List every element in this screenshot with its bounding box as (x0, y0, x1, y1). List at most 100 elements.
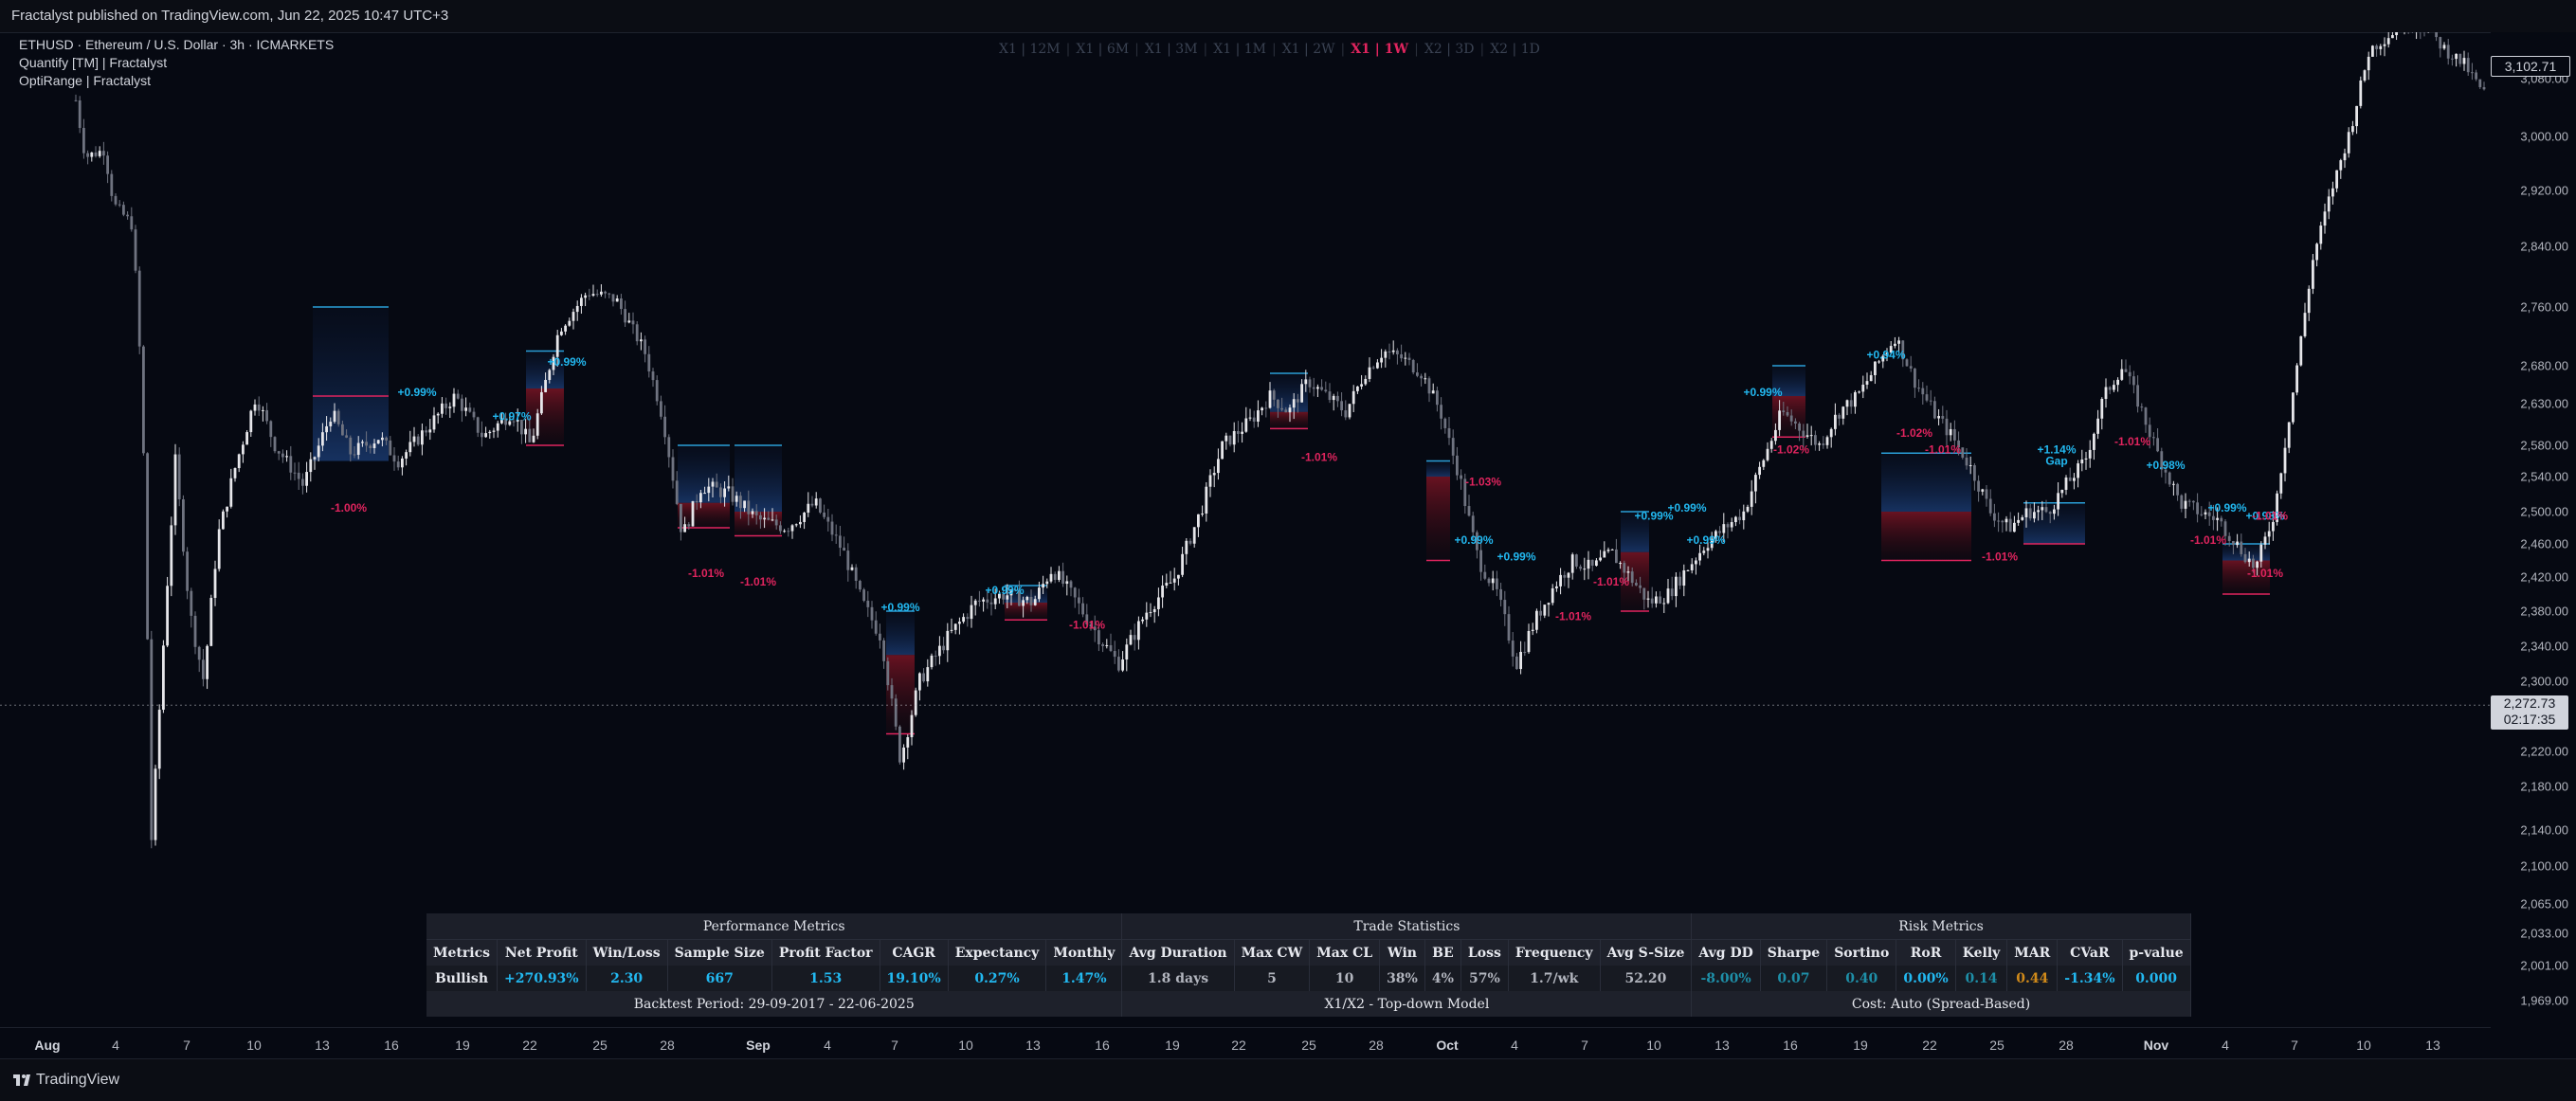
candle-body (1571, 554, 1574, 572)
candle-body (1392, 351, 1395, 352)
metrics-header-cell: MAR (2007, 940, 2058, 966)
candle-body (1595, 560, 1598, 566)
metrics-header-cell: p-value (2122, 940, 2190, 966)
candle-body (1858, 391, 1860, 392)
indicator-optirange[interactable]: OptiRange | Fractalyst (19, 72, 334, 90)
time-axis[interactable]: Aug4710131619222528Sep4710131619222528Oc… (0, 1027, 2491, 1059)
candle-body (1841, 406, 1844, 419)
candle-body (281, 454, 284, 458)
candle-body (843, 548, 845, 550)
candle-body (656, 380, 659, 401)
candle-body (826, 517, 829, 522)
candle-body (1515, 657, 1518, 669)
candle-body (647, 354, 650, 371)
candle-body (1173, 579, 1176, 583)
symbol-title[interactable]: ETHUSD · Ethereum / U.S. Dollar · 3h · I… (19, 36, 334, 54)
candle-body (795, 524, 798, 525)
candle-body (413, 437, 416, 442)
indicator-quantify[interactable]: Quantify [TM] | Fractalyst (19, 54, 334, 72)
candle-body (1460, 476, 1462, 479)
candle-body (397, 461, 400, 467)
candle-body (194, 616, 197, 647)
candle-body (886, 661, 889, 685)
candle-body (755, 511, 758, 514)
timeframe-model-item[interactable]: X1 | 6M (1076, 42, 1129, 57)
candle-body (799, 522, 802, 524)
candle-body (2180, 496, 2183, 509)
time-tick: 4 (1511, 1038, 1518, 1053)
timeframe-model-item[interactable]: X2 | 1D (1490, 42, 1540, 57)
candle-body (321, 432, 324, 445)
candle-body (712, 481, 715, 486)
candle-body (1233, 431, 1236, 444)
candle-body (1981, 489, 1984, 491)
timeframe-model-item[interactable]: X1 | 1M (1213, 42, 1266, 57)
candle-body (214, 569, 217, 598)
candle-body (580, 298, 583, 306)
candle-body (1682, 570, 1685, 586)
candle-body (2100, 399, 2103, 419)
metrics-value-cell: 52.20 (1600, 966, 1692, 991)
price-chart[interactable]: -1.00%+0.99%+0.97%+0.99%-1.01%-1.01%+0.9… (0, 32, 2491, 1027)
candle-body (1642, 588, 1645, 600)
candle-body (1810, 435, 1813, 436)
metrics-header-cell: Avg Duration (1122, 940, 1234, 966)
timeframe-model-item[interactable]: X1 | 3M (1145, 42, 1198, 57)
candle-body (1424, 378, 1426, 379)
time-tick: 7 (891, 1038, 898, 1053)
candle-body (2109, 387, 2112, 389)
candle-body (2319, 226, 2322, 244)
metrics-header-cell: Loss (1460, 940, 1508, 966)
trade-result-label: -1.00% (331, 501, 367, 514)
timeframe-model-item[interactable]: X2 | 3D (1424, 42, 1475, 57)
candle-body (393, 455, 396, 461)
candle-body (2156, 438, 2159, 451)
candle-body (2248, 559, 2251, 563)
metrics-value-cell: 1.53 (771, 966, 880, 991)
candle-body (2009, 519, 2012, 532)
candle-body (138, 271, 141, 347)
candle-body (1145, 613, 1148, 620)
candle-body (1655, 596, 1658, 603)
candle-body (1933, 401, 1936, 418)
price-tick: 1,969.00 (2520, 994, 2568, 1008)
trade-result-label: -1.03% (1465, 475, 1501, 488)
candle-body (1623, 563, 1625, 572)
price-tick: 2,380.00 (2520, 605, 2568, 619)
candle-body (2371, 45, 2374, 57)
timeframe-separator: | (1066, 42, 1071, 57)
metrics-value-cell: Bullish (426, 966, 497, 991)
candle-body (732, 486, 735, 501)
candle-body (1217, 459, 1220, 473)
candle-body (1117, 657, 1120, 671)
candle-body (1412, 360, 1415, 372)
candle-body (752, 511, 754, 514)
trade-result-label: -1.02% (1896, 426, 1932, 440)
candle-body (640, 339, 643, 341)
candle-body (1651, 599, 1654, 604)
candle-body (556, 335, 559, 357)
candle-body (2140, 406, 2143, 407)
candle-body (2025, 508, 2028, 517)
candle-body (1675, 577, 1678, 596)
candle-body (2312, 260, 2314, 288)
time-tick: 16 (384, 1038, 399, 1053)
price-axis[interactable]: 3,080.003,000.002,920.002,840.002,760.00… (2491, 32, 2576, 1058)
candle-body (1754, 475, 1757, 491)
candle-body (1603, 551, 1605, 558)
candle-body (2196, 502, 2199, 514)
candle-body (2053, 510, 2056, 514)
timeframe-model-item[interactable]: X1 | 1W (1351, 42, 1408, 57)
candle-body (1555, 587, 1558, 588)
candle-body (468, 407, 471, 411)
timeframe-model-item[interactable]: X1 | 12M (999, 42, 1061, 57)
price-tick: 2,420.00 (2520, 570, 2568, 585)
metrics-value-row: Bullish+270.93%2.306671.5319.10%0.27%1.4… (426, 966, 2190, 991)
timeframe-model-item[interactable]: X1 | 2W (1282, 42, 1335, 57)
candle-body (1329, 391, 1332, 400)
metrics-header-cell: Win/Loss (586, 940, 667, 966)
metrics-header-cell: Win (1380, 940, 1425, 966)
tradingview-logo[interactable]: TradingView (13, 1072, 119, 1089)
candle-body (174, 455, 177, 526)
price-tick: 2,340.00 (2520, 640, 2568, 654)
